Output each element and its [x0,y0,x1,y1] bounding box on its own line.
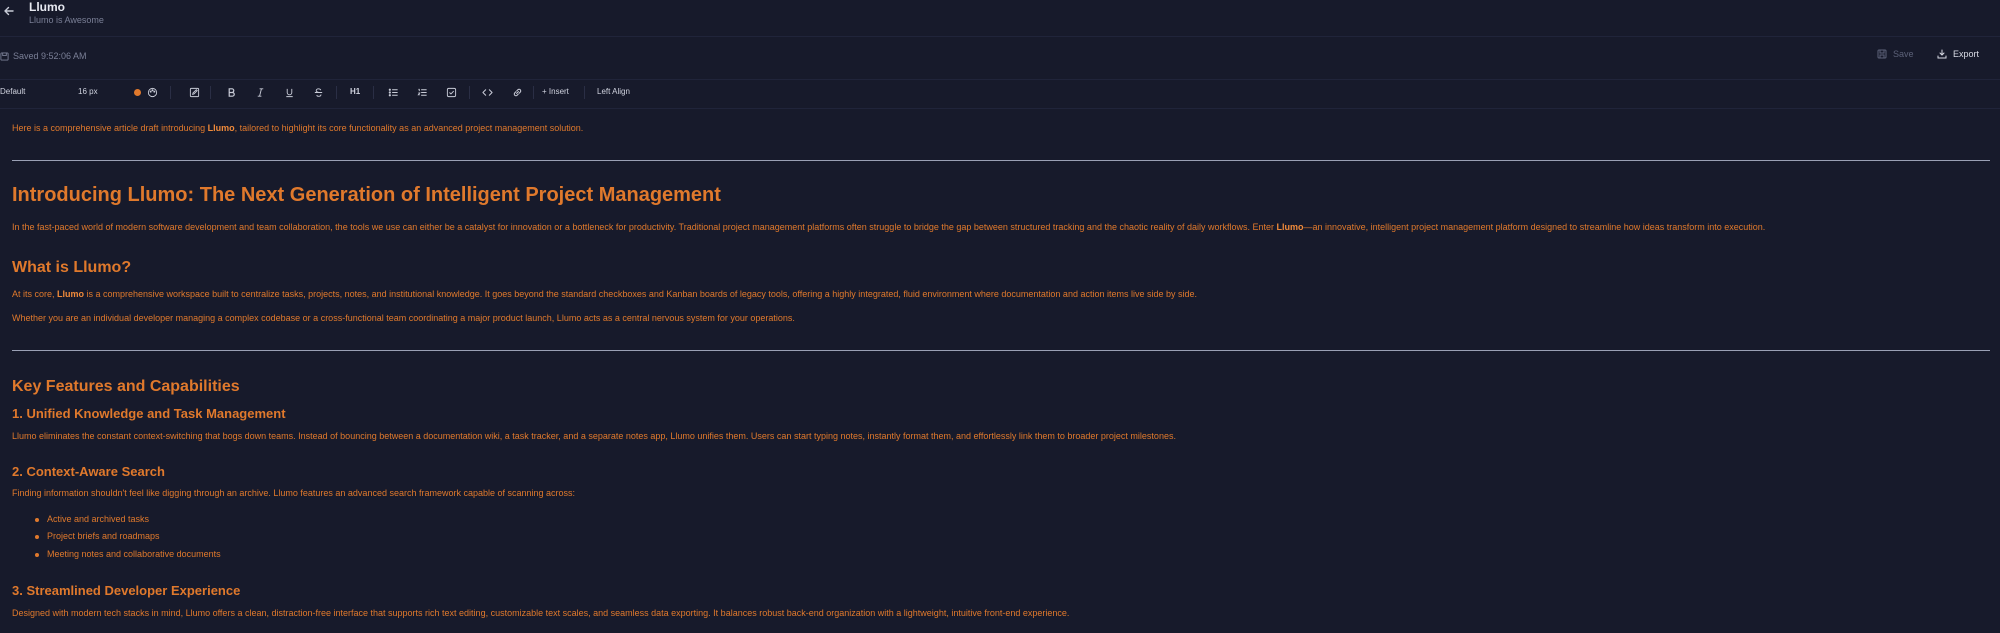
save-status: Saved 9:52:06 AM [0,51,87,61]
horizontal-rule [12,160,1990,161]
formatting-toolbar [0,79,2000,109]
toolbar-divider [210,86,211,99]
numbered-list-icon[interactable] [416,86,428,98]
document-title: Llumo [29,0,65,14]
export-button[interactable]: Export [1937,49,1979,59]
bullet-list-icon[interactable] [387,86,399,98]
checklist-icon[interactable] [445,86,457,98]
palette-icon[interactable] [146,86,158,98]
intro-paragraph: Here is a comprehensive article draft in… [12,123,583,133]
text-run: Here is a comprehensive article draft in… [12,123,208,133]
saved-time-text: Saved 9:52:06 AM [13,51,87,61]
paragraph: Llumo eliminates the constant context-sw… [12,431,1176,441]
toolbar-divider [170,86,171,99]
align-select[interactable]: Left Align [597,87,630,96]
bold-text: Llumo [1276,222,1304,232]
bold-text: Llumo [207,123,235,133]
top-bar [0,0,2000,37]
article-heading: Introducing Llumo: The Next Generation o… [12,184,721,206]
link-icon[interactable] [511,86,523,98]
section-heading: What is Llumo? [12,259,132,276]
style-select[interactable]: Default [0,87,25,96]
paragraph: Finding information shouldn't feel like … [12,488,576,498]
save-status-icon [0,51,9,61]
paragraph: At its core, Llumo is a comprehensive wo… [12,289,1197,299]
toolbar-divider [533,86,534,99]
strikethrough-icon[interactable] [312,86,324,98]
text-run: In the fast-paced world of modern softwa… [12,222,1277,232]
font-size-select[interactable]: 16 px [78,87,98,96]
list-item: Project briefs and roadmaps [35,531,160,541]
text-run: is a comprehensive workspace built to ce… [84,289,1198,299]
download-icon [1937,49,1947,59]
paragraph: In the fast-paced world of modern softwa… [12,222,1765,232]
text-run: At its core, [12,289,58,299]
document-subtitle: Llumo is Awesome [29,15,104,25]
toolbar-divider [373,86,374,99]
subsection-heading: 1. Unified Knowledge and Task Management [12,406,286,421]
status-bar [0,36,2000,80]
text-color-swatch[interactable] [134,89,141,96]
code-icon[interactable] [481,86,493,98]
save-button[interactable]: Save [1877,49,1914,59]
heading-button[interactable]: H1 [350,87,360,96]
export-button-label: Export [1953,49,1980,59]
arrow-left-icon[interactable] [2,4,16,18]
save-button-label: Save [1893,49,1914,59]
list-item: Meeting notes and collaborative document… [35,549,221,559]
paragraph: Whether you are an individual developer … [12,313,795,323]
italic-icon[interactable] [254,86,266,98]
text-run: —an innovative, intelligent project mana… [1303,222,1766,232]
text-run: , tailored to highlight its core functio… [234,123,584,133]
edit-icon[interactable] [188,86,200,98]
underline-icon[interactable] [283,86,295,98]
toolbar-divider [469,86,470,99]
toolbar-divider [336,86,337,99]
section-heading: Key Features and Capabilities [12,378,240,395]
bold-text: Llumo [57,289,85,299]
bold-icon[interactable] [225,86,237,98]
paragraph: Designed with modern tech stacks in mind… [12,608,1070,618]
horizontal-rule [12,350,1990,351]
save-icon [1877,49,1887,59]
insert-button[interactable]: + Insert [542,87,569,96]
toolbar-divider [584,86,585,99]
subsection-heading: 3. Streamlined Developer Experience [12,583,241,598]
subsection-heading: 2. Context-Aware Search [12,464,165,479]
list-item: Active and archived tasks [34,514,150,524]
